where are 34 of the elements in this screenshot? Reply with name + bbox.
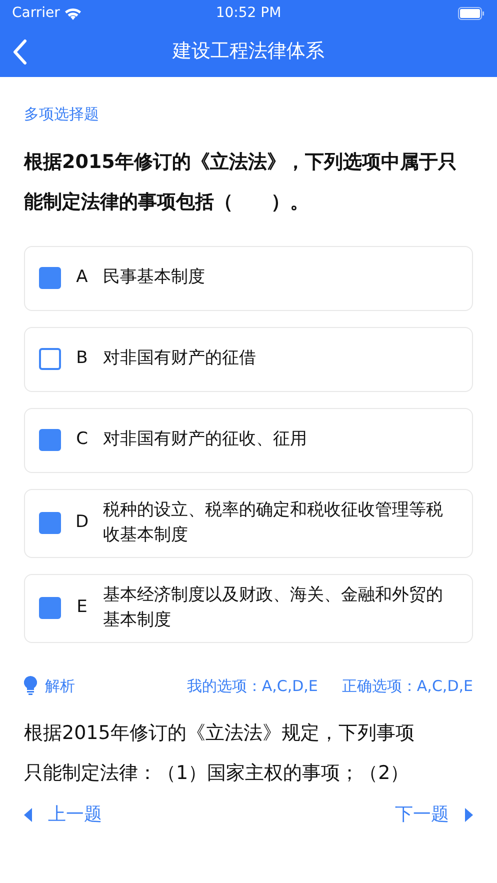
battery-icon	[458, 6, 486, 20]
checkbox[interactable]	[39, 267, 61, 289]
time-label: 10:52 PM	[216, 4, 282, 22]
triangle-right-icon	[465, 808, 473, 822]
lightbulb-icon	[24, 676, 37, 696]
option-letter: A	[75, 266, 89, 290]
option-card[interactable]: A 民事基本制度	[24, 246, 473, 310]
my-answer: 我的选项：A,C,D,E	[186, 676, 318, 696]
option-letter: B	[75, 347, 89, 370]
option-card[interactable]: C 对非国有财产的征收、征用	[24, 408, 473, 472]
analysis-label: 解析	[45, 676, 75, 696]
option-text: 民事基本制度	[103, 266, 205, 290]
option-letter: E	[76, 596, 88, 620]
analysis-text: 根据2015年修订的《立法法》规定，下列事项只能制定法律：（1）国家主权的事项；（2）	[24, 721, 416, 786]
carrier-label: Carrier	[12, 4, 60, 22]
page-title: 建设工程法律体系	[172, 39, 324, 64]
wifi-icon	[64, 6, 82, 20]
option-text: 对非国有财产的征借	[103, 347, 256, 370]
triangle-left-icon	[24, 808, 32, 822]
option-text: 税种的设立、税率的确定和税收征收管理等税收基本制度	[103, 498, 444, 547]
correct-answer: 正确选项：A,C,D,E	[342, 676, 473, 696]
question-type: 多项选择题	[24, 104, 100, 125]
option-letter: C	[75, 428, 89, 452]
checkbox[interactable]	[39, 429, 61, 451]
checkbox[interactable]	[39, 348, 61, 370]
option-letter: D	[74, 511, 90, 534]
checkbox[interactable]	[39, 512, 61, 534]
option-card[interactable]: B 对非国有财产的征借	[24, 326, 473, 392]
option-text: 基本经济制度以及财政、海关、金融和外贸的基本制度	[103, 584, 444, 632]
next-button[interactable]: 下一题	[395, 801, 473, 828]
checkbox[interactable]	[39, 597, 61, 619]
option-text: 对非国有财产的征收、征用	[103, 428, 307, 452]
previous-button[interactable]: 上一题	[24, 801, 102, 828]
question-text: 根据2015年修订的《立法法》，下列选项中属于只能制定法律的事项包括（ ）。	[24, 150, 458, 214]
